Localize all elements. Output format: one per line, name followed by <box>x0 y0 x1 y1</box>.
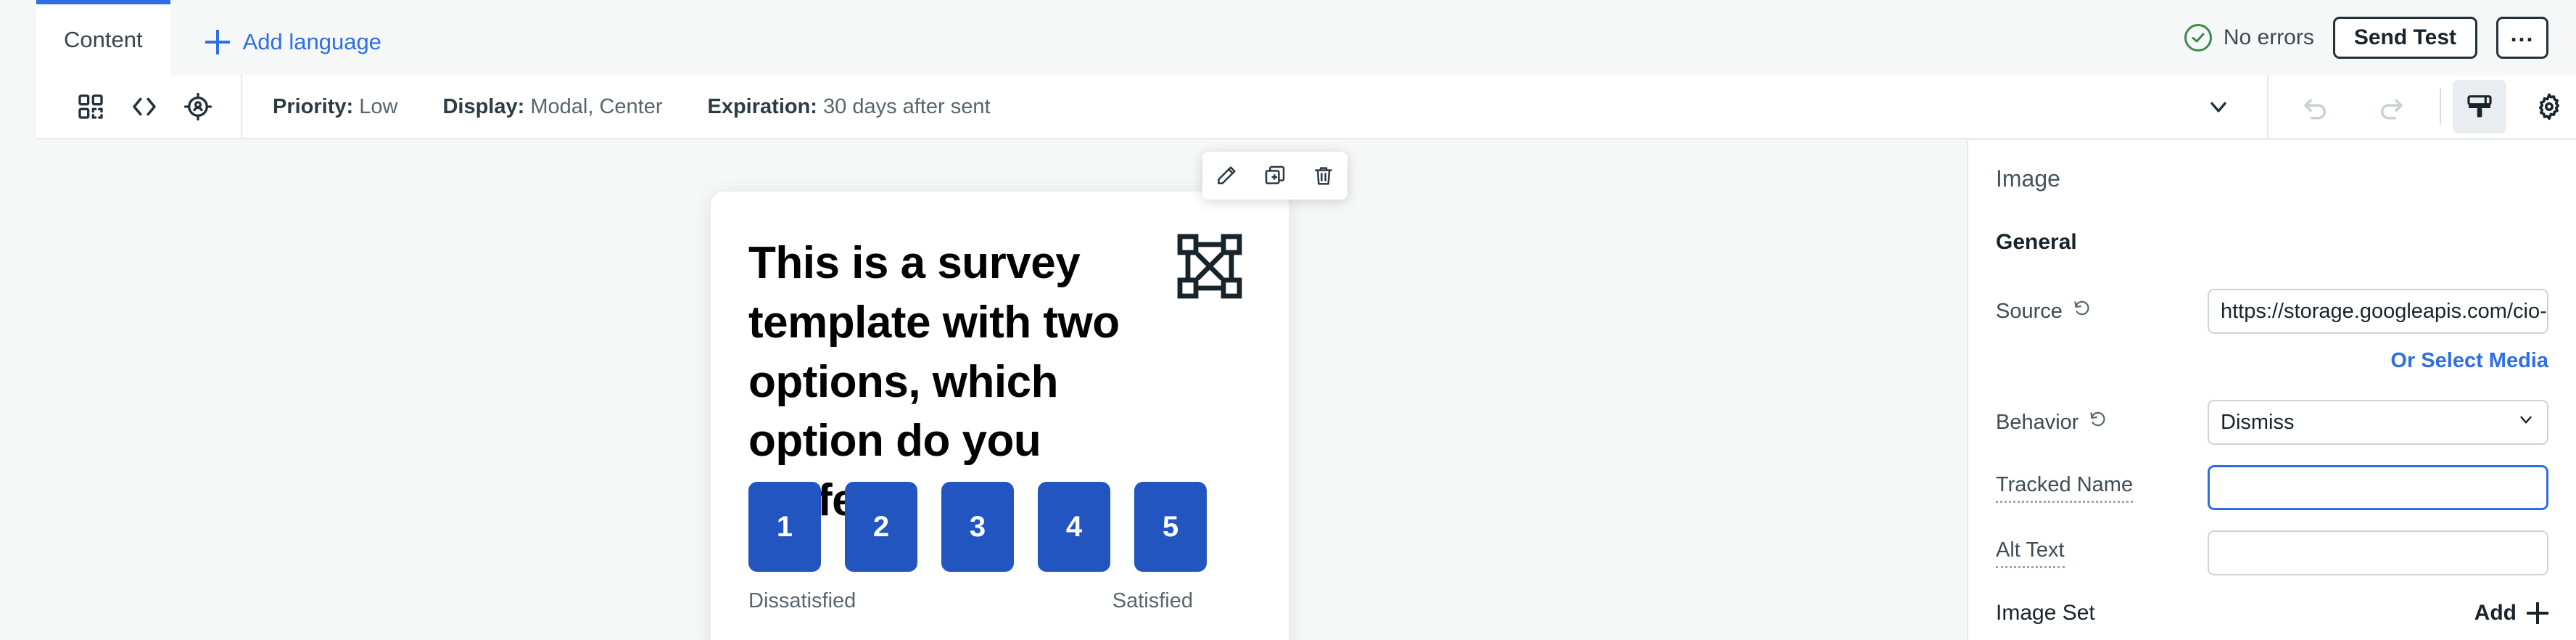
meta-expiration-value: 30 days after sent <box>823 94 991 118</box>
rating-option-3-label: 3 <box>969 510 986 543</box>
status-badge: No errors <box>2184 24 2314 52</box>
tracked-name-input[interactable] <box>2208 465 2548 510</box>
add-language-button[interactable]: Add language <box>205 29 381 55</box>
tab-strip: Content <box>0 0 170 75</box>
source-input[interactable]: https://storage.googleapis.com/cio-in-a <box>2208 289 2548 334</box>
field-row-source: Source https://storage.googleapis.com/ci… <box>1996 288 2548 335</box>
broken-image-selection-icon[interactable] <box>1175 231 1244 301</box>
toolbar-divider-3 <box>2440 89 2441 125</box>
label-alt-text-text: Alt Text <box>1996 538 2065 568</box>
top-bar-actions: No errors Send Test ... <box>2184 0 2548 75</box>
rating-option-5-label: 5 <box>1162 510 1179 543</box>
rating-option-3[interactable]: 3 <box>941 482 1014 572</box>
image-set-row: Image Set Add <box>1996 601 2548 625</box>
editor-toolbar: Priority: Low Display: Modal, Center Exp… <box>36 75 2576 139</box>
rating-option-1[interactable]: 1 <box>748 482 821 572</box>
rating-scale-labels: Dissatisfied Satisfied <box>748 589 1193 613</box>
survey-card: This is a survey template with two optio… <box>711 152 1347 640</box>
add-image-set-button[interactable]: Add <box>2474 601 2548 625</box>
more-options-label: ... <box>2510 20 2535 46</box>
tab-content-label: Content <box>64 27 143 52</box>
rating-option-2-label: 2 <box>872 510 890 543</box>
editor-canvas: This is a survey template with two optio… <box>36 141 1965 640</box>
tab-content[interactable]: Content <box>36 0 170 75</box>
delete-trash-icon[interactable] <box>1305 157 1342 194</box>
add-image-set-label: Add <box>2474 601 2517 625</box>
label-tracked-name: Tracked Name <box>1996 473 2206 503</box>
rating-option-4-label: 4 <box>1065 510 1083 543</box>
label-source: Source <box>1996 299 2206 324</box>
rating-label-high: Satisfied <box>1112 589 1193 612</box>
meta-priority-label: Priority: <box>273 94 354 118</box>
meta-expiration: Expiration: 30 days after sent <box>708 95 991 119</box>
image-set-label: Image Set <box>1996 601 2095 625</box>
control-source: https://storage.googleapis.com/cio-in-a <box>2206 289 2548 334</box>
label-behavior: Behavior <box>1996 410 2206 435</box>
paintbrush-icon[interactable] <box>2453 80 2506 134</box>
meta-expiration-label: Expiration: <box>707 94 817 118</box>
code-brackets-icon[interactable] <box>117 80 171 134</box>
chevron-down-icon[interactable] <box>2190 78 2247 135</box>
panel-section-general: General <box>1996 230 2077 254</box>
field-row-tracked-name: Tracked Name <box>1996 464 2548 511</box>
field-row-behavior: Behavior Dismiss <box>1996 399 2548 446</box>
select-media-row: Or Select Media <box>1996 349 2548 373</box>
meta-display: Display: Modal, Center <box>442 95 662 119</box>
duplicate-icon[interactable] <box>1257 157 1293 194</box>
toolbar-divider-2 <box>2267 75 2269 139</box>
control-behavior: Dismiss <box>2206 400 2548 445</box>
properties-panel: Image General Source https://storage.goo… <box>1967 141 2576 640</box>
app-root: Content Add language No errors Send Test… <box>0 0 2576 640</box>
status-label: No errors <box>2223 25 2314 49</box>
rating-option-1-label: 1 <box>776 510 793 543</box>
toolbar-meta: Priority: Low Display: Modal, Center Exp… <box>242 95 991 119</box>
targeting-icon[interactable] <box>171 80 225 134</box>
send-test-label: Send Test <box>2353 25 2456 49</box>
send-test-button[interactable]: Send Test <box>2332 17 2477 59</box>
control-alt-text <box>2206 530 2548 575</box>
label-behavior-text: Behavior <box>1996 410 2079 434</box>
reset-arrow-icon[interactable] <box>2089 410 2108 435</box>
meta-display-label: Display: <box>442 94 525 118</box>
rating-option-4[interactable]: 4 <box>1038 482 1110 572</box>
field-row-alt-text: Alt Text <box>1996 530 2548 576</box>
blocks-grid-icon[interactable] <box>64 80 117 134</box>
rating-label-low: Dissatisfied <box>748 589 856 612</box>
meta-display-value: Modal, Center <box>530 94 663 118</box>
plus-icon <box>2527 602 2548 624</box>
chevron-down-icon <box>2517 410 2535 435</box>
panel-title: Image <box>1996 165 2060 192</box>
top-bar: Content Add language No errors Send Test… <box>0 0 2576 75</box>
behavior-select-value: Dismiss <box>2221 410 2295 434</box>
reset-arrow-icon[interactable] <box>2073 299 2092 324</box>
label-tracked-name-text: Tracked Name <box>1996 473 2134 503</box>
rating-option-2[interactable]: 2 <box>845 482 917 572</box>
label-source-text: Source <box>1996 299 2063 323</box>
label-alt-text: Alt Text <box>1996 538 2206 568</box>
rating-option-5[interactable]: 5 <box>1134 482 1207 572</box>
meta-priority: Priority: Low <box>273 95 397 119</box>
redo-icon[interactable] <box>2364 80 2418 134</box>
or-select-media-link[interactable]: Or Select Media <box>2390 349 2548 373</box>
control-tracked-name <box>2206 465 2548 510</box>
rating-scale: 1 2 3 4 5 <box>748 482 1207 572</box>
gear-icon[interactable] <box>2522 80 2576 134</box>
undo-icon[interactable] <box>2289 80 2342 134</box>
check-circle-icon <box>2184 24 2212 52</box>
edit-pencil-icon[interactable] <box>1208 157 1244 194</box>
meta-priority-value: Low <box>359 94 398 118</box>
element-float-toolbar <box>1202 152 1347 200</box>
alt-text-input[interactable] <box>2208 530 2548 575</box>
more-options-button[interactable]: ... <box>2496 17 2548 59</box>
behavior-select[interactable]: Dismiss <box>2208 400 2548 445</box>
toolbar-icon-group <box>36 75 242 139</box>
plus-icon <box>205 30 230 54</box>
add-language-label: Add language <box>242 29 381 54</box>
toolbar-right-actions <box>2190 75 2576 139</box>
